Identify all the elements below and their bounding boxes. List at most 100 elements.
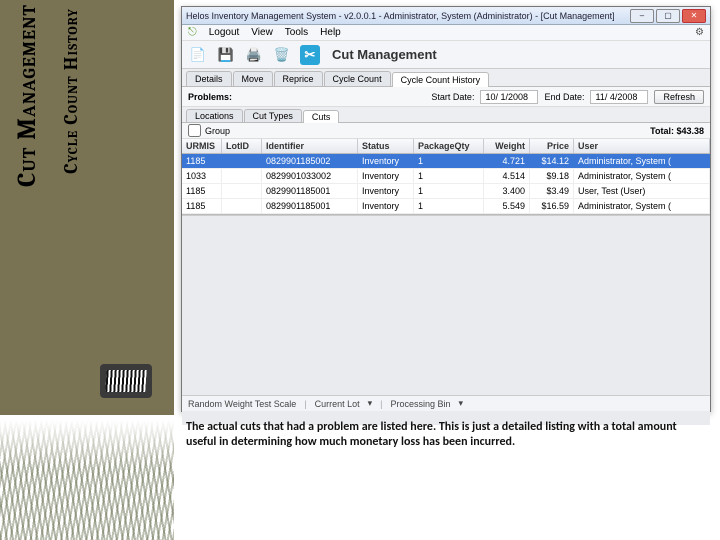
cell: Inventory bbox=[358, 199, 414, 213]
menu-view[interactable]: View bbox=[251, 27, 273, 38]
start-date-field[interactable]: 10/ 1/2008 bbox=[480, 90, 538, 104]
print-icon[interactable]: 🖨️ bbox=[244, 45, 264, 65]
cell: 0829901033002 bbox=[262, 169, 358, 183]
problems-bar: Problems: Start Date: 10/ 1/2008 End Dat… bbox=[182, 87, 710, 107]
decorative-grass bbox=[0, 420, 174, 540]
close-button[interactable]: ✕ bbox=[682, 9, 706, 23]
cell: 1 bbox=[414, 169, 484, 183]
table-row[interactable]: 11850829901185001Inventory13.400$3.49Use… bbox=[182, 184, 710, 199]
tab-cycle-count-history[interactable]: Cycle Count History bbox=[392, 72, 490, 87]
status-lot[interactable]: Current Lot bbox=[315, 399, 360, 409]
sub-tabs: LocationsCut TypesCuts bbox=[182, 107, 710, 123]
cell: 0829901185002 bbox=[262, 154, 358, 168]
module-icon: ✂ bbox=[300, 45, 320, 65]
column-header-price[interactable]: Price bbox=[530, 139, 574, 153]
slide-caption: The actual cuts that had a problem are l… bbox=[186, 420, 702, 450]
status-bin[interactable]: Processing Bin bbox=[390, 399, 450, 409]
minimize-button[interactable]: – bbox=[630, 9, 654, 23]
new-icon[interactable]: 📄 bbox=[188, 45, 208, 65]
column-header-urmis[interactable]: URMIS bbox=[182, 139, 222, 153]
barcode-icon bbox=[100, 364, 152, 402]
table-row[interactable]: 1033 0829901033002Inventory14.514$9.18Adm… bbox=[182, 169, 710, 184]
tab-reprice[interactable]: Reprice bbox=[274, 71, 323, 86]
cell: Inventory bbox=[358, 184, 414, 198]
menu-help[interactable]: Help bbox=[320, 27, 341, 38]
column-header-identifier[interactable]: Identifier bbox=[262, 139, 358, 153]
start-date-label: Start Date: bbox=[431, 92, 474, 102]
subtab-cuts[interactable]: Cuts bbox=[303, 110, 340, 123]
tab-move[interactable]: Move bbox=[233, 71, 273, 86]
main-tabs: DetailsMoveRepriceCycle CountCycle Count… bbox=[182, 69, 710, 87]
cell: 0829901185001 bbox=[262, 199, 358, 213]
subtab-locations[interactable]: Locations bbox=[186, 109, 243, 122]
table-row[interactable]: 1185 0829901185001Inventory15.549$16.59Ad… bbox=[182, 199, 710, 214]
gear-icon[interactable]: ⚙ bbox=[695, 27, 704, 38]
cell: Inventory bbox=[358, 169, 414, 183]
column-header-status[interactable]: Status bbox=[358, 139, 414, 153]
sidebar-title-main: Cut Management bbox=[12, 4, 42, 187]
tab-details[interactable]: Details bbox=[186, 71, 232, 86]
logout-icon: ⎋ bbox=[188, 26, 197, 39]
status-bar: Random Weight Test Scale | Current Lot ▾… bbox=[182, 395, 710, 411]
group-row: Group Total: $43.38 bbox=[182, 123, 710, 139]
cell: 0829901185001 bbox=[262, 184, 358, 198]
cell: $3.49 bbox=[530, 184, 574, 198]
cell: 1185 bbox=[182, 154, 222, 168]
cell: 3.400 bbox=[484, 184, 530, 198]
refresh-button[interactable]: Refresh bbox=[654, 90, 704, 104]
cell: 5.549 bbox=[484, 199, 530, 213]
chevron-down-icon[interactable]: ▾ bbox=[459, 398, 464, 409]
cell: 1 bbox=[414, 184, 484, 198]
problems-label: Problems: bbox=[188, 92, 232, 102]
save-icon[interactable]: 💾 bbox=[216, 45, 236, 65]
cell: Administrator, System ( bbox=[574, 169, 710, 183]
cell: 1185 bbox=[182, 184, 222, 198]
delete-icon[interactable]: 🗑️ bbox=[272, 45, 292, 65]
grid-body[interactable]: 11850829901185002Inventory14.721$14.12Ad… bbox=[182, 154, 710, 214]
cell: $9.18 bbox=[530, 169, 574, 183]
section-title: Cut Management bbox=[332, 47, 437, 62]
group-label: Group bbox=[205, 126, 230, 136]
cell: 4.514 bbox=[484, 169, 530, 183]
cell: 1 bbox=[414, 154, 484, 168]
table-row[interactable]: 1185 0829901185002Inventory14.721$14.12Ad… bbox=[182, 154, 710, 169]
toolbar: 📄 💾 🖨️ 🗑️ ✂ Cut Management bbox=[182, 41, 710, 69]
column-header-weight[interactable]: Weight bbox=[484, 139, 530, 153]
cell: 1185 bbox=[182, 199, 222, 213]
end-date-field[interactable]: 11/ 4/2008 bbox=[590, 90, 648, 104]
column-header-user[interactable]: User bbox=[574, 139, 710, 153]
app-window: Helos Inventory Management System - v2.0… bbox=[181, 6, 711, 412]
data-grid: URMISLotIDIdentifierStatusPackageQtyWeig… bbox=[182, 139, 710, 215]
group-checkbox[interactable] bbox=[188, 124, 201, 137]
cell bbox=[222, 154, 262, 168]
cell bbox=[222, 184, 262, 198]
menu-bar: ⎋ Logout View Tools Help ⚙ bbox=[182, 25, 710, 41]
status-scale[interactable]: Random Weight Test Scale bbox=[188, 399, 296, 409]
subtab-cut-types[interactable]: Cut Types bbox=[244, 109, 302, 122]
presentation-sidebar: Cut Management Cycle Count History bbox=[0, 0, 174, 415]
grid-empty-area bbox=[182, 215, 710, 425]
total-label: Total: $43.38 bbox=[650, 126, 704, 136]
sidebar-title-sub: Cycle Count History bbox=[60, 8, 82, 174]
cell: 4.721 bbox=[484, 154, 530, 168]
cell: $16.59 bbox=[530, 199, 574, 213]
cell bbox=[222, 169, 262, 183]
chevron-down-icon[interactable]: ▾ bbox=[368, 398, 373, 409]
cell: 1033 bbox=[182, 169, 222, 183]
column-header-packageqty[interactable]: PackageQty bbox=[414, 139, 484, 153]
tab-cycle-count[interactable]: Cycle Count bbox=[324, 71, 391, 86]
maximize-button[interactable]: ▢ bbox=[656, 9, 680, 23]
cell: 1 bbox=[414, 199, 484, 213]
cell bbox=[222, 199, 262, 213]
menu-tools[interactable]: Tools bbox=[285, 27, 308, 38]
cell: Administrator, System ( bbox=[574, 199, 710, 213]
cell: $14.12 bbox=[530, 154, 574, 168]
title-bar: Helos Inventory Management System - v2.0… bbox=[182, 7, 710, 25]
window-title: Helos Inventory Management System - v2.0… bbox=[186, 11, 615, 21]
cell: Administrator, System ( bbox=[574, 154, 710, 168]
cell: Inventory bbox=[358, 154, 414, 168]
end-date-label: End Date: bbox=[544, 92, 584, 102]
grid-header: URMISLotIDIdentifierStatusPackageQtyWeig… bbox=[182, 139, 710, 154]
column-header-lotid[interactable]: LotID bbox=[222, 139, 262, 153]
menu-logout[interactable]: Logout bbox=[209, 27, 240, 38]
